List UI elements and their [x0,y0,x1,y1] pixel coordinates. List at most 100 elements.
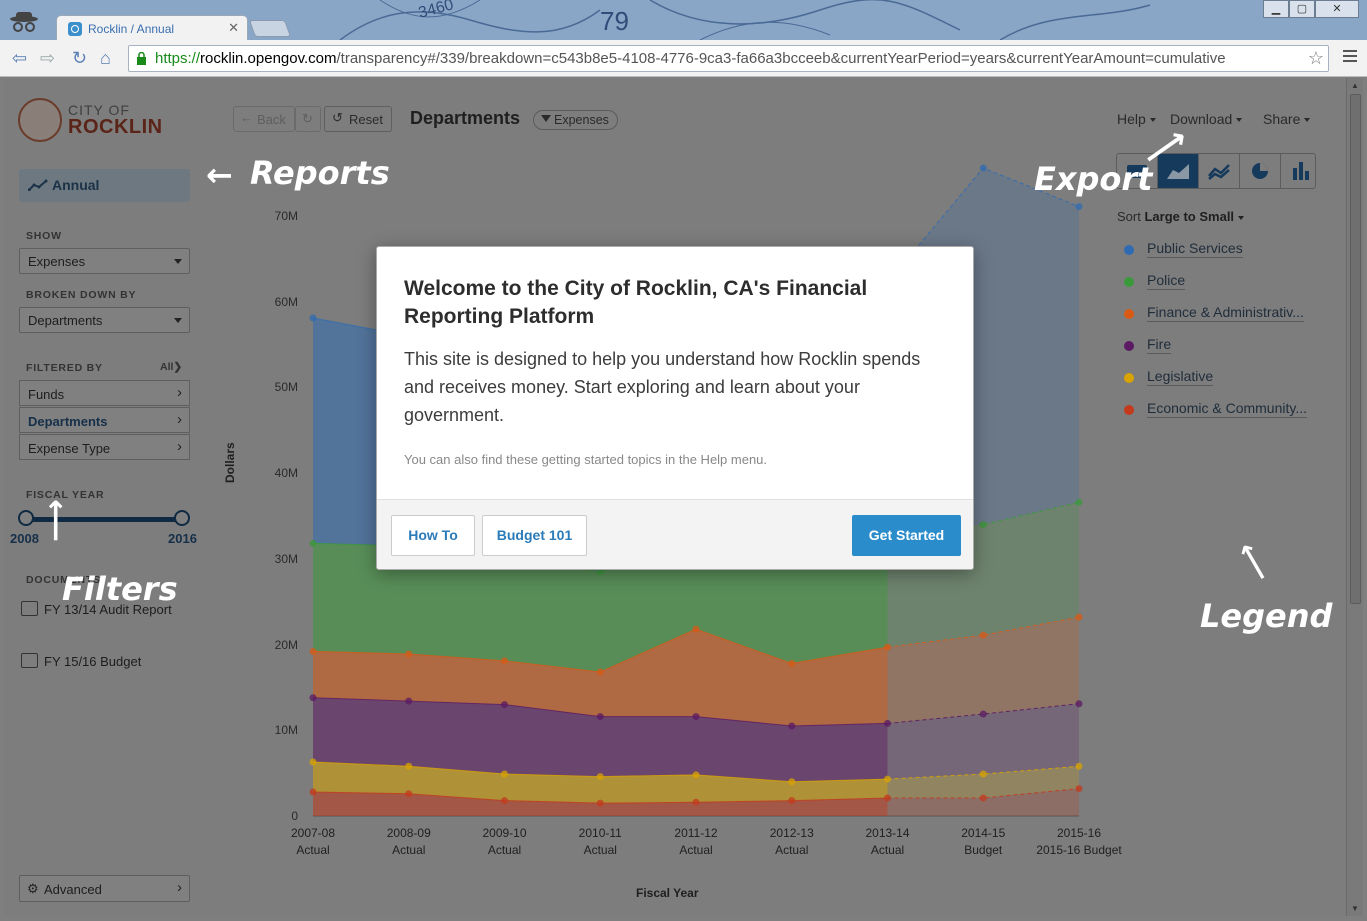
data-point [979,770,987,778]
x-tick-label: 2010-11 Actual [578,826,622,857]
data-point [596,713,604,721]
data-point [692,625,700,633]
data-point [309,758,317,766]
x-axis-title: Fiscal Year [636,886,699,900]
data-point [309,647,317,655]
x-tick-label: 2012-13 Actual [769,826,814,857]
data-point [979,631,987,639]
y-tick-label: 30M [274,551,298,566]
data-point [884,775,891,783]
data-point [596,799,604,807]
data-point [405,790,413,798]
data-point [596,668,604,676]
new-tab-button[interactable] [248,20,292,37]
y-tick-label: 0 [291,809,298,823]
maximize-button[interactable]: ▢ [1289,0,1315,18]
annotation-filters: Filters [62,570,178,608]
url-text: https://rocklin.opengov.com/transparency… [155,50,1226,67]
data-point [1075,613,1083,621]
annotation-legend: Legend [1200,597,1333,635]
svg-text:3460: 3460 [417,0,456,22]
data-point [884,794,891,802]
browser-toolbar: ⇦ ⇨ ↻ ⌂ https://rocklin.opengov.com/tran… [0,40,1367,77]
data-point [1075,203,1083,211]
x-tick-label: 2013-14 Actual [865,826,910,857]
data-point [405,762,413,770]
y-tick-label: 20M [274,637,298,652]
bookmark-star-icon[interactable]: ☆ [1308,48,1324,69]
scroll-down-icon[interactable]: ▼ [1351,904,1359,913]
y-tick-label: 70M [274,209,298,223]
x-tick-label: 2011-12 Actual [674,826,718,857]
data-point [1075,700,1083,708]
data-point [788,659,796,667]
close-tab-icon[interactable]: ✕ [228,20,239,36]
modal-body: This site is designed to help you unders… [404,349,921,425]
data-point [309,788,317,796]
x-tick-label: 2014-15 Budget [961,826,1006,857]
data-point [979,794,987,802]
data-point [501,701,508,709]
data-point [501,797,508,805]
data-point [309,314,317,322]
budget-101-button[interactable]: Budget 101 [482,515,587,556]
back-arrow-icon[interactable]: ⇦ [12,48,27,69]
data-point [1075,762,1083,770]
get-started-button[interactable]: Get Started [852,515,961,556]
forward-arrow-icon[interactable]: ⇨ [40,48,55,69]
data-point [1075,785,1083,793]
site-favicon-icon [68,22,82,36]
data-point [501,770,508,778]
scroll-up-icon[interactable]: ▲ [1351,81,1359,90]
data-point [405,697,413,705]
data-point [979,521,987,529]
data-point [501,657,508,665]
how-to-button[interactable]: How To [391,515,475,556]
data-point [692,771,700,779]
data-point [309,694,317,702]
data-point [979,164,987,172]
x-tick-label: 2007-08 Actual [290,826,336,857]
y-tick-label: 10M [274,723,298,738]
y-axis-title: Dollars [223,442,237,483]
incognito-icon [10,12,38,32]
y-tick-label: 40M [274,466,298,481]
data-point [884,719,891,727]
data-point [596,773,604,781]
lock-icon [137,52,146,65]
data-point [788,778,796,786]
data-point [979,710,987,718]
data-point [788,722,796,730]
y-tick-label: 60M [274,294,298,309]
y-tick-label: 50M [274,380,298,395]
x-tick-label: 2008-09 Actual [386,826,431,857]
page-content: CITY OF ROCKLIN Annual SHOW Expenses BRO… [4,78,1346,916]
scrollbar-thumb[interactable] [1350,94,1361,604]
modal-footer: How To Budget 101 Get Started [377,499,973,569]
data-point [788,797,796,805]
reload-icon[interactable]: ↻ [72,48,87,69]
welcome-modal: Welcome to the City of Rocklin, CA's Fin… [376,246,974,570]
data-point [309,539,317,547]
browser-titlebar: 3460 79 Rocklin / Annual ✕ ▁ ▢ ✕ [0,0,1367,40]
minimize-button[interactable]: ▁ [1263,0,1289,18]
browser-tab[interactable]: Rocklin / Annual ✕ [56,15,248,40]
annotation-arrow-filters: ⟶ [38,498,74,543]
data-point [405,650,413,658]
data-point [884,643,891,651]
chrome-menu-icon[interactable] [1343,50,1357,65]
modal-title: Welcome to the City of Rocklin, CA's Fin… [404,277,868,328]
x-tick-label: 2015-16 2015-16 Budget [1036,826,1122,857]
svg-text:79: 79 [600,6,629,36]
data-point [692,798,700,806]
page-scrollbar[interactable]: ▲ ▼ [1346,78,1363,916]
x-tick-label: 2009-10 Actual [482,826,527,857]
close-window-button[interactable]: ✕ [1315,0,1359,18]
home-icon[interactable]: ⌂ [100,48,111,69]
annotation-arrow-reports: ← [206,156,233,194]
data-point [692,713,700,721]
modal-note: You can also find these getting started … [404,452,768,467]
address-bar[interactable]: https://rocklin.opengov.com/transparency… [128,45,1329,72]
tab-title: Rocklin / Annual [88,22,175,36]
annotation-reports: Reports [250,154,390,192]
